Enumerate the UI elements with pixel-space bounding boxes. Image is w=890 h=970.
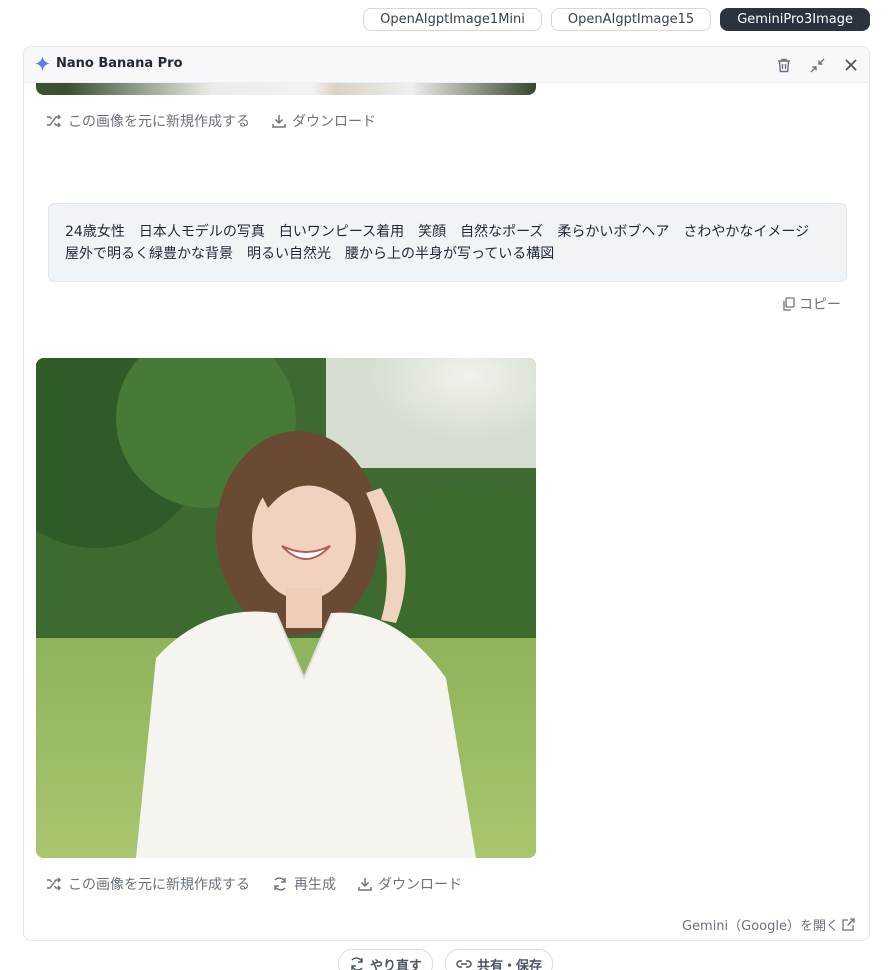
panel-header: Nano Banana Pro (24, 47, 869, 83)
create-new-from-image-button[interactable]: この画像を元に新規作成する (46, 874, 250, 894)
close-icon[interactable] (842, 56, 860, 74)
trash-icon[interactable] (775, 56, 793, 74)
share-save-button[interactable]: 共有・保存 (445, 949, 554, 970)
collapse-icon[interactable] (808, 56, 826, 74)
result-actions: この画像を元に新規作成する 再生成 ダウンロード (46, 874, 462, 894)
chat-panel: Nano Banana Pro この画像を元に新規作成する ダウンロード 24歳… (23, 46, 870, 941)
bottom-actions: やり直す 共有・保存 (338, 949, 554, 970)
regenerate-icon (274, 877, 286, 891)
download-button[interactable]: ダウンロード (272, 111, 376, 131)
redo-button[interactable]: やり直す (338, 949, 434, 970)
copy-icon (783, 297, 795, 311)
download-icon (358, 878, 372, 891)
copy-button[interactable]: コピー (782, 294, 841, 314)
redo-icon (351, 957, 363, 970)
generated-photo (36, 358, 536, 858)
generated-image[interactable] (36, 358, 536, 858)
conversation-scroll[interactable]: この画像を元に新規作成する ダウンロード 24歳女性 日本人モデルの写真 白いワ… (24, 83, 869, 940)
sparkle-icon (35, 56, 50, 71)
panel-title-text: Nano Banana Pro (56, 56, 183, 71)
remix-icon (47, 114, 61, 128)
remix-icon (47, 877, 61, 891)
external-link-icon (842, 918, 855, 931)
tab-gemini-pro-3-image[interactable]: GeminiPro3Image (720, 8, 870, 31)
model-tabs: OpenAIgptImage1Mini OpenAIgptImage15 Gem… (363, 8, 870, 31)
generated-image-previous[interactable] (36, 83, 536, 95)
prompt-line-2: 屋外で明るく緑豊かな背景 明るい自然光 腰から上の半身が写っている構図 (65, 246, 555, 262)
previous-result-actions: この画像を元に新規作成する ダウンロード (46, 111, 376, 131)
download-button[interactable]: ダウンロード (358, 874, 462, 894)
link-icon (456, 960, 472, 968)
tab-openai-gpt-image-1-mini[interactable]: OpenAIgptImage1Mini (363, 8, 542, 31)
download-icon (272, 115, 286, 128)
regenerate-button[interactable]: 再生成 (272, 874, 336, 894)
prompt-line-1: 24歳女性 日本人モデルの写真 白いワンピース着用 笑顔 自然なポーズ 柔らかい… (65, 224, 810, 240)
user-prompt: 24歳女性 日本人モデルの写真 白いワンピース着用 笑顔 自然なポーズ 柔らかい… (48, 203, 847, 282)
panel-title: Nano Banana Pro (35, 56, 183, 71)
open-gemini-link[interactable]: Gemini（Google）を開く (682, 915, 855, 934)
tab-openai-gpt-image-15[interactable]: OpenAIgptImage15 (550, 8, 712, 31)
create-new-from-image-button[interactable]: この画像を元に新規作成する (46, 111, 250, 131)
